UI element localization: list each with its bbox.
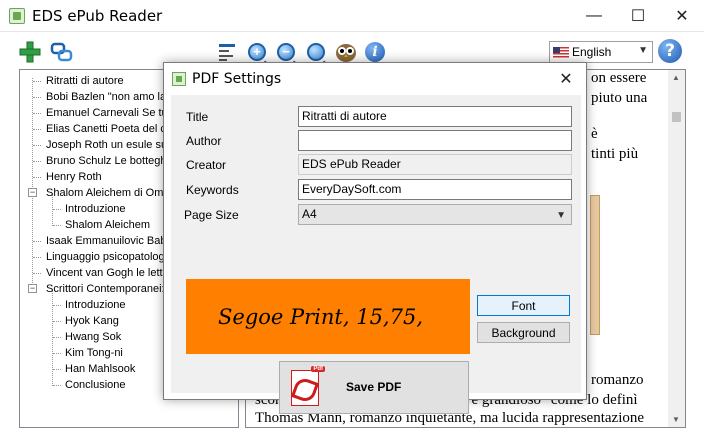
author-field[interactable]: [298, 130, 572, 151]
tree-item[interactable]: Ritratti di autore: [46, 73, 124, 89]
keywords-field[interactable]: EveryDaySoft.com: [298, 179, 572, 200]
tree-item[interactable]: Elias Canetti Poeta del co: [46, 121, 172, 137]
close-icon[interactable]: ✕: [554, 67, 578, 91]
save-pdf-button[interactable]: Pdf Save PDF: [279, 361, 469, 414]
reader-scrollbar[interactable]: ▲ ▼: [668, 70, 685, 427]
page-size-select[interactable]: A4 ▼: [298, 204, 572, 225]
flag-icon: [553, 46, 569, 58]
author-label: Author: [186, 134, 222, 148]
tree-item[interactable]: Linguaggio psicopatologi: [46, 249, 167, 265]
tree-item[interactable]: Shalom Aleichem di Ome: [46, 185, 170, 201]
tree-item[interactable]: Introduzione: [65, 297, 126, 313]
reader-text-line: on essere: [591, 70, 647, 86]
tree-item[interactable]: Hyok Kang: [65, 313, 119, 329]
language-select[interactable]: English ▼: [549, 41, 653, 63]
page-size-value: A4: [302, 207, 317, 221]
tree-item[interactable]: Vincent van Gogh le lette: [46, 265, 169, 281]
zoom-in-icon: +: [248, 43, 266, 61]
tree-item[interactable]: Henry Roth: [46, 169, 102, 185]
collapse-icon[interactable]: −: [28, 188, 37, 197]
tree-item[interactable]: Bobi Bazlen "non amo la: [46, 89, 166, 105]
add-icon: [19, 41, 41, 63]
page-size-label: Page Size: [184, 208, 239, 222]
zoom-fit-icon: [307, 43, 325, 61]
creator-field: EDS ePub Reader: [298, 154, 572, 175]
reader-text-line: tinti più: [591, 146, 639, 162]
tree-item[interactable]: Shalom Aleichem: [65, 217, 150, 233]
tree-item[interactable]: Emanuel Carnevali Se tu: [46, 105, 168, 121]
chevron-down-icon: ▼: [638, 45, 648, 56]
language-value: English: [572, 45, 612, 59]
tree-item[interactable]: Conclusione: [65, 377, 126, 393]
owl-icon: [336, 44, 356, 62]
title-label: Title: [186, 110, 209, 124]
reader-text-line: romanzo: [591, 372, 644, 388]
pdf-icon: Pdf: [290, 366, 325, 406]
text-size-icon: [219, 44, 235, 61]
title-bar: EDS ePub Reader — ☐ ✕: [0, 0, 704, 32]
book-image: [590, 195, 600, 335]
font-preview: Segoe Print, 15,75,: [186, 279, 470, 354]
close-button[interactable]: ✕: [660, 0, 704, 32]
zoom-out-icon: −: [277, 43, 295, 61]
link-icon: [50, 42, 73, 62]
tree-item[interactable]: Hwang Sok: [65, 329, 121, 345]
dialog-title-bar: PDF Settings ✕: [164, 63, 586, 95]
dialog-title: PDF Settings: [192, 71, 282, 87]
tree-item[interactable]: Bruno Schulz Le botteghe: [46, 153, 173, 169]
maximize-button[interactable]: ☐: [616, 0, 660, 32]
dialog-body: Title Ritratti di autore Author Creator …: [171, 95, 581, 414]
help-button[interactable]: ?: [658, 39, 682, 63]
info-icon: i: [365, 42, 385, 62]
tree-item[interactable]: Introduzione: [65, 201, 126, 217]
app-icon: [172, 72, 186, 86]
tree-item[interactable]: Scrittori Contemporanei: C: [46, 281, 176, 297]
chevron-down-icon: ▼: [556, 210, 566, 221]
scroll-thumb[interactable]: [672, 112, 681, 122]
reader-text-line: piuto una: [591, 90, 648, 106]
reader-text-line: è: [591, 126, 598, 142]
creator-label: Creator: [186, 158, 227, 172]
scroll-down-icon[interactable]: ▼: [672, 415, 680, 424]
background-button[interactable]: Background: [477, 322, 570, 343]
pdf-tag: Pdf: [311, 366, 325, 372]
app-icon: [9, 8, 25, 24]
pdf-settings-dialog: PDF Settings ✕ Title Ritratti di autore …: [163, 62, 587, 414]
title-field[interactable]: Ritratti di autore: [298, 106, 572, 127]
tree-item[interactable]: Isaak Emmanuilovic Babe: [46, 233, 173, 249]
collapse-icon[interactable]: −: [28, 284, 37, 293]
save-pdf-label: Save PDF: [346, 380, 402, 394]
minimize-button[interactable]: —: [572, 0, 616, 32]
font-button[interactable]: Font: [477, 295, 570, 316]
tree-item[interactable]: Joseph Roth un esule su: [46, 137, 167, 153]
add-book-button[interactable]: [17, 39, 43, 65]
tree-item[interactable]: Han Mahlsook: [65, 361, 135, 377]
scroll-up-icon[interactable]: ▲: [672, 73, 680, 82]
open-link-button[interactable]: [49, 39, 75, 65]
window-title: EDS ePub Reader: [32, 7, 163, 25]
tree-item[interactable]: Kim Tong-ni: [65, 345, 123, 361]
keywords-label: Keywords: [186, 183, 239, 197]
